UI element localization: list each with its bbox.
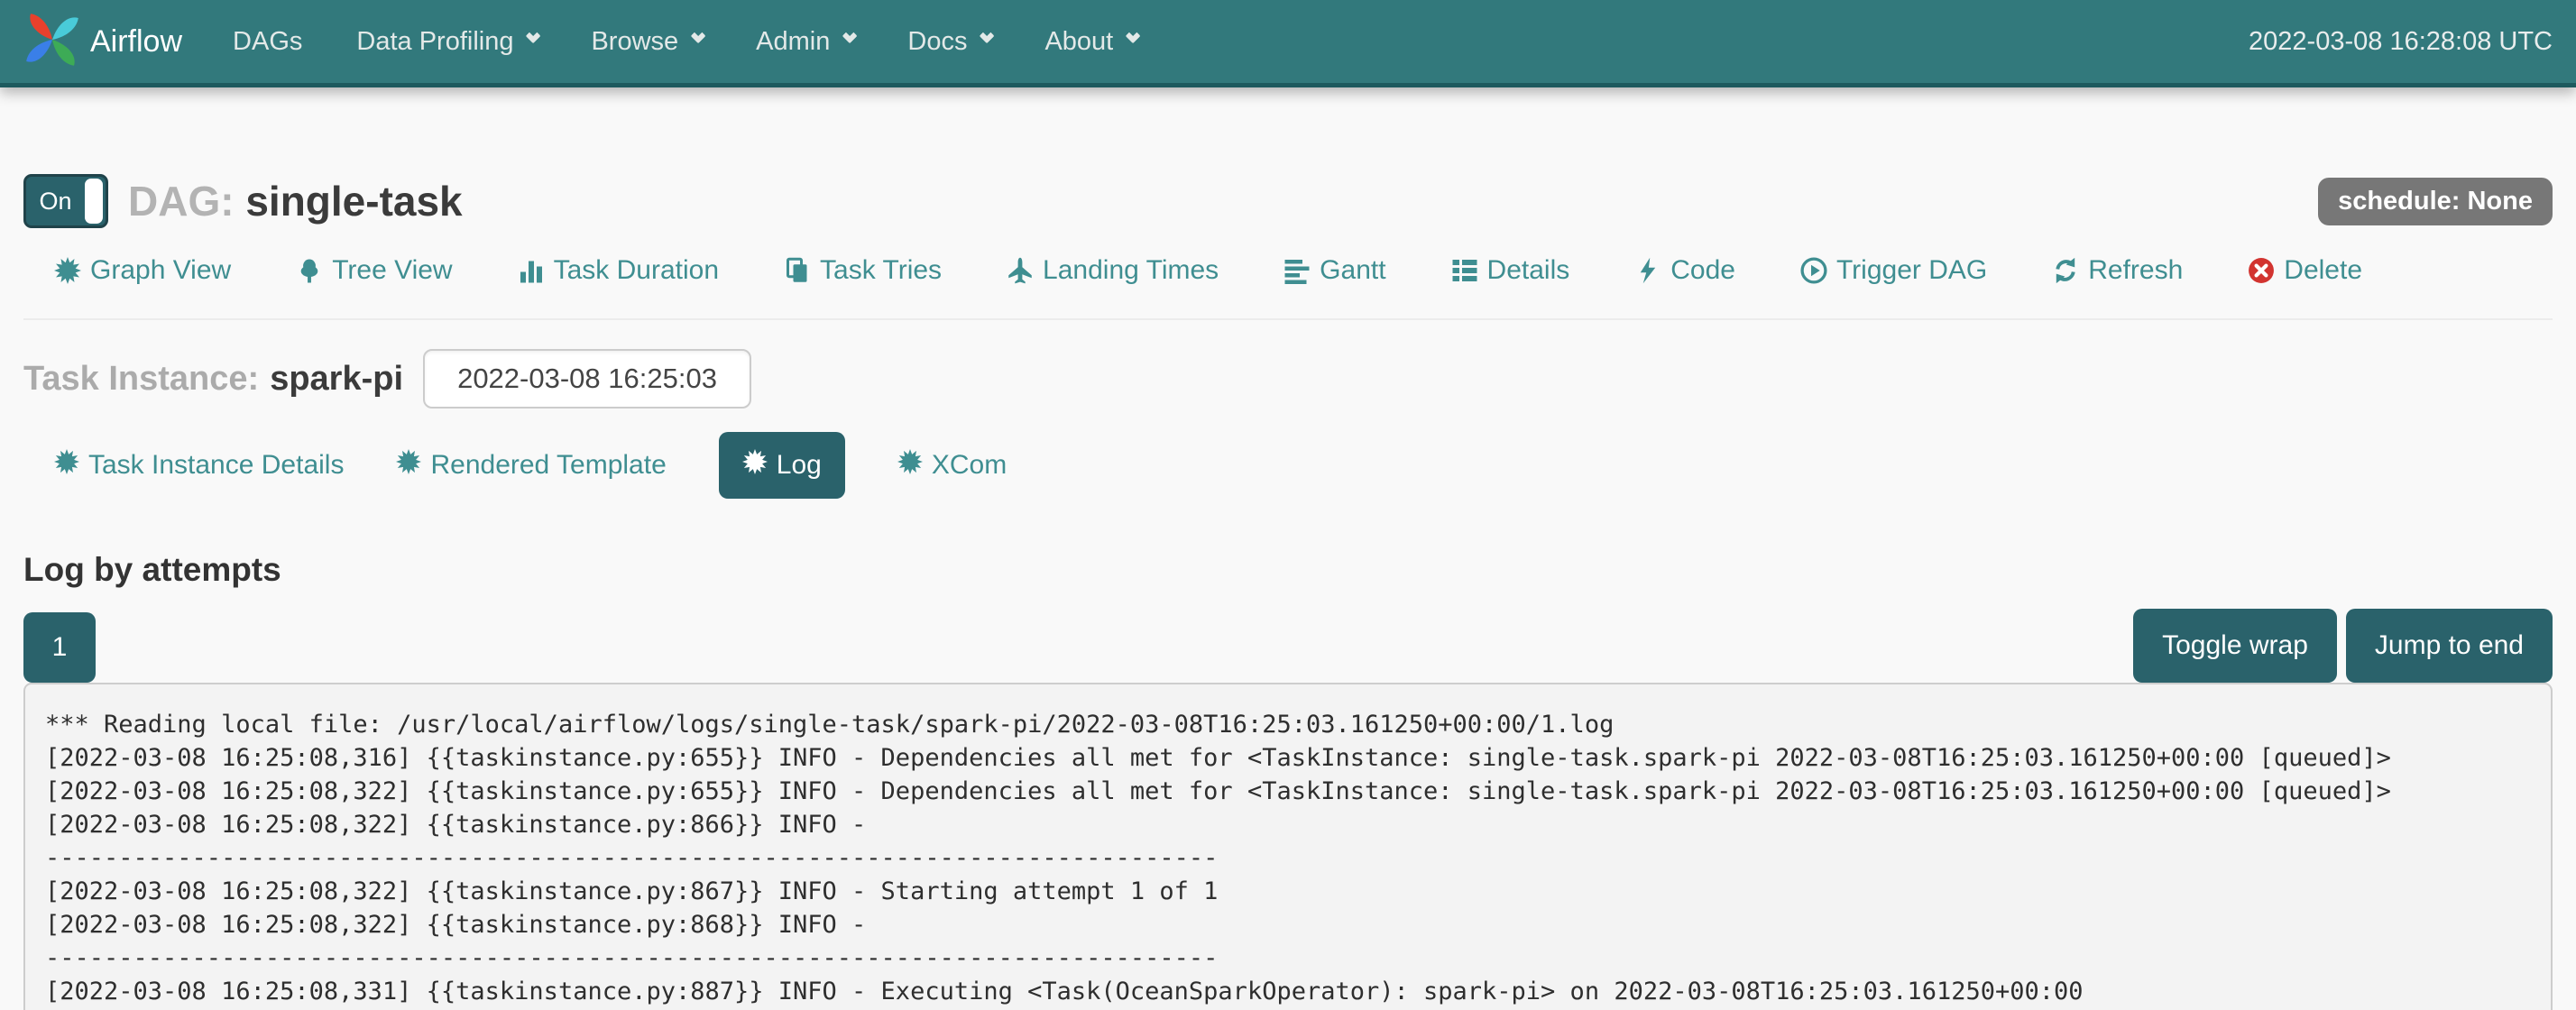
certificate-icon bbox=[742, 449, 768, 482]
schedule-badge: schedule: None bbox=[2318, 178, 2553, 225]
times-circle-icon bbox=[2248, 257, 2275, 284]
divider bbox=[23, 318, 2553, 320]
tab-task-duration[interactable]: Task Duration bbox=[518, 255, 719, 286]
airflow-task-log-page: Airflow DAGs Data Profiling Browse Admin… bbox=[0, 0, 2576, 1010]
log-line: ----------------------------------------… bbox=[45, 841, 2551, 875]
chevron-down-icon bbox=[842, 28, 858, 43]
nav-item-admin[interactable]: Admin bbox=[729, 0, 880, 86]
task-instance-label: Task Instance: bbox=[23, 360, 259, 399]
tab-code[interactable]: Code bbox=[1634, 255, 1735, 286]
attempt-tabs-row: 1 Toggle wrap Jump to end bbox=[23, 609, 2553, 683]
xcom-button[interactable]: XCom bbox=[897, 449, 1007, 482]
page-title: DAG: single-task bbox=[128, 177, 463, 225]
log-line: [2022-03-08 16:25:08,331] {{taskinstance… bbox=[45, 975, 2551, 1008]
certificate-icon bbox=[54, 257, 81, 284]
log-action-buttons: Toggle wrap Jump to end bbox=[2133, 609, 2553, 683]
log-line: [2022-03-08 16:25:08,322] {{taskinstance… bbox=[45, 908, 2551, 941]
page-content: On DAG: single-task schedule: None Graph… bbox=[0, 174, 2576, 1010]
airflow-pinwheel-icon bbox=[23, 11, 81, 73]
tab-details[interactable]: Details bbox=[1451, 255, 1570, 286]
chevron-down-icon bbox=[980, 28, 995, 43]
tab-landing-times[interactable]: Landing Times bbox=[1007, 255, 1219, 286]
tree-icon bbox=[296, 257, 323, 284]
log-button-active[interactable]: Log bbox=[719, 432, 845, 499]
dag-name: single-task bbox=[245, 178, 462, 225]
toggle-wrap-button[interactable]: Toggle wrap bbox=[2133, 609, 2337, 683]
play-circle-icon bbox=[1800, 257, 1827, 284]
nav-item-browse[interactable]: Browse bbox=[564, 0, 729, 86]
task-instance-details-button[interactable]: Task Instance Details bbox=[54, 449, 344, 482]
log-line: [2022-03-08 16:25:08,322] {{taskinstance… bbox=[45, 875, 2551, 908]
log-line: ----------------------------------------… bbox=[45, 941, 2551, 975]
log-output[interactable]: *** Reading local file: /usr/local/airfl… bbox=[23, 683, 2553, 1010]
toggle-knob bbox=[85, 179, 103, 224]
log-line: [2022-03-08 16:25:08,322] {{taskinstance… bbox=[45, 808, 2551, 841]
execution-date-input[interactable] bbox=[423, 349, 751, 409]
refresh-icon bbox=[2052, 257, 2079, 284]
log-line: *** Reading local file: /usr/local/airfl… bbox=[45, 708, 2551, 741]
attempt-1-tab[interactable]: 1 bbox=[23, 612, 96, 683]
align-left-icon bbox=[1283, 257, 1311, 284]
task-instance-buttons: Task Instance Details Rendered Template … bbox=[54, 432, 2553, 499]
certificate-icon bbox=[396, 449, 421, 482]
nav-item-dags[interactable]: DAGs bbox=[206, 0, 329, 86]
log-by-attempts-heading: Log by attempts bbox=[23, 551, 2553, 589]
certificate-icon bbox=[54, 449, 79, 482]
task-instance-row: Task Instance: spark-pi bbox=[23, 349, 2553, 409]
chevron-down-icon bbox=[691, 28, 706, 43]
chevron-down-icon bbox=[1126, 28, 1141, 43]
toggle-on-label: On bbox=[26, 188, 85, 216]
rendered-template-button[interactable]: Rendered Template bbox=[396, 449, 666, 482]
tab-tree-view[interactable]: Tree View bbox=[296, 255, 452, 286]
dag-header: On DAG: single-task schedule: None bbox=[23, 174, 2553, 228]
dag-view-tabs: Graph View Tree View Task Duration Task … bbox=[54, 255, 2553, 286]
bolt-icon bbox=[1634, 257, 1661, 284]
chevron-down-icon bbox=[526, 28, 541, 43]
airflow-brand[interactable]: Airflow bbox=[23, 11, 182, 73]
brand-title: Airflow bbox=[90, 24, 182, 60]
tab-delete[interactable]: Delete bbox=[2248, 255, 2362, 286]
dag-title-prefix: DAG: bbox=[128, 178, 235, 225]
tab-task-tries[interactable]: Task Tries bbox=[784, 255, 942, 286]
log-line: [2022-03-08 16:25:08,322] {{taskinstance… bbox=[45, 775, 2551, 808]
log-line: [2022-03-08 16:25:08,316] {{taskinstance… bbox=[45, 741, 2551, 775]
top-navbar: Airflow DAGs Data Profiling Browse Admin… bbox=[0, 0, 2576, 87]
tab-gantt[interactable]: Gantt bbox=[1283, 255, 1385, 286]
tab-refresh[interactable]: Refresh bbox=[2052, 255, 2183, 286]
certificate-icon bbox=[897, 449, 923, 482]
th-list-icon bbox=[1451, 257, 1478, 284]
nav-item-docs[interactable]: Docs bbox=[880, 0, 1017, 86]
tab-trigger-dag[interactable]: Trigger DAG bbox=[1800, 255, 1987, 286]
task-instance-name: spark-pi bbox=[270, 360, 403, 399]
tab-graph-view[interactable]: Graph View bbox=[54, 255, 231, 286]
bar-chart-icon bbox=[518, 257, 545, 284]
nav-item-about[interactable]: About bbox=[1017, 0, 1164, 86]
copy-icon bbox=[784, 257, 811, 284]
navbar-menu: DAGs Data Profiling Browse Admin Docs Ab… bbox=[206, 0, 1164, 86]
utc-clock: 2022-03-08 16:28:08 UTC bbox=[2249, 27, 2553, 57]
dag-pause-toggle[interactable]: On bbox=[23, 174, 108, 228]
plane-icon bbox=[1007, 257, 1034, 284]
jump-to-end-button[interactable]: Jump to end bbox=[2346, 609, 2553, 683]
nav-item-data-profiling[interactable]: Data Profiling bbox=[329, 0, 564, 86]
